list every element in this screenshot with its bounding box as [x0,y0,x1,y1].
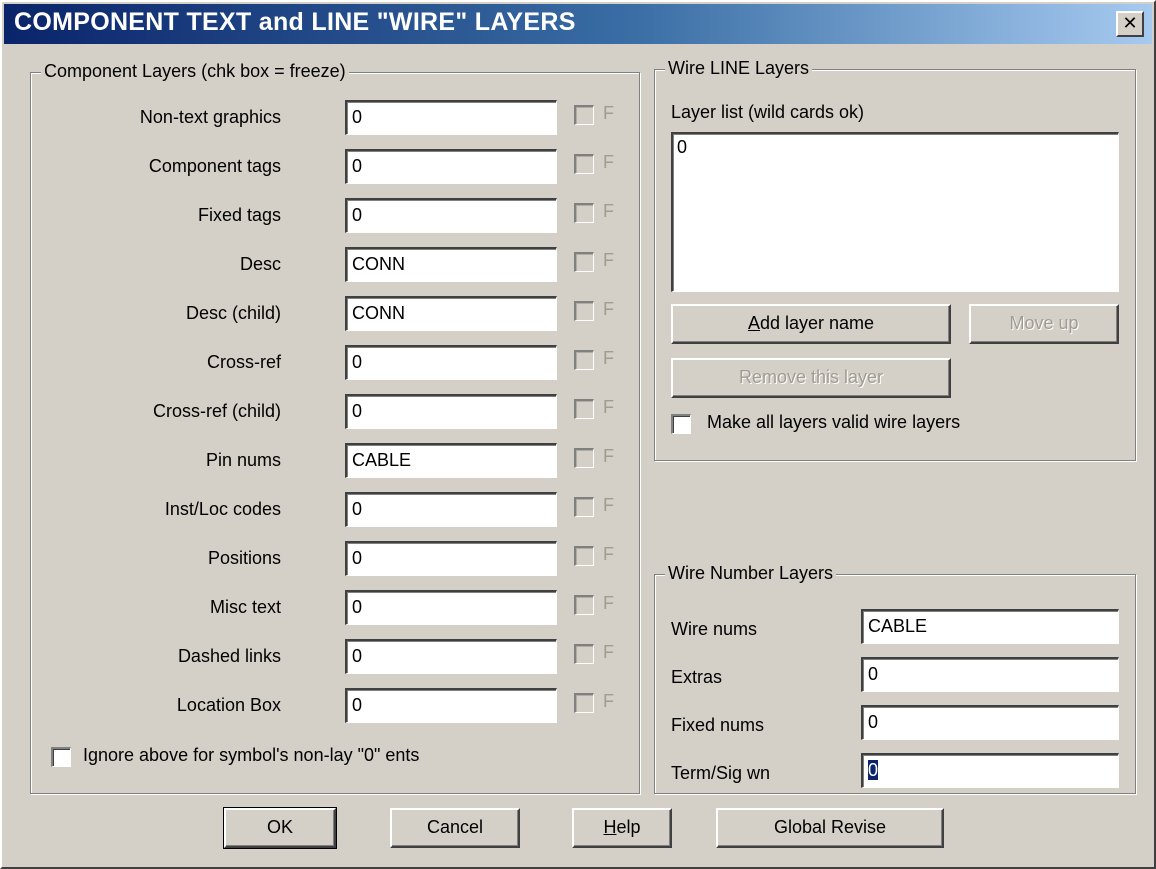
wire-number-layers-legend: Wire Number Layers [665,563,837,584]
component-layer-field[interactable]: 0 [345,541,557,576]
component-layer-field[interactable]: 0 [345,149,557,184]
component-layers-legend: Component Layers (chk box = freeze) [41,61,349,82]
wire-number-value: CABLE [868,616,928,636]
ok-button[interactable]: OK [223,807,337,849]
freeze-checkbox[interactable] [574,546,594,566]
component-layer-field[interactable]: CONN [345,296,557,331]
freeze-label: F [603,593,614,613]
wire-number-field[interactable]: 0 [861,705,1119,740]
component-layer-label: Misc text [209,597,281,617]
freeze-label: F [603,397,614,417]
add-layer-name-button[interactable]: Add layer name [671,304,951,344]
wire-number-label: Wire nums [671,619,758,639]
freeze-label: F [603,348,614,368]
component-layer-field[interactable]: 0 [345,198,557,233]
freeze-checkbox[interactable] [574,154,594,174]
component-layer-label: Pin nums [205,450,281,470]
component-layer-field[interactable]: CABLE [345,443,557,478]
freeze-label: F [603,642,614,662]
freeze-checkbox[interactable] [574,693,594,713]
freeze-checkbox[interactable] [574,301,594,321]
component-layer-label: Cross-ref [206,352,281,372]
component-layer-label: Component tags [148,156,281,176]
freeze-checkbox[interactable] [574,448,594,468]
freeze-label: F [603,495,614,515]
wire-number-field[interactable]: 0 [861,753,1119,788]
close-icon: ✕ [1122,13,1138,33]
layer-listbox[interactable]: 0 [671,132,1119,292]
component-layer-label: Desc [239,254,281,274]
close-button[interactable]: ✕ [1116,11,1144,37]
freeze-checkbox[interactable] [574,105,594,125]
component-layer-field[interactable]: 0 [345,394,557,429]
wire-number-value: 0 [868,760,879,780]
cancel-button[interactable]: Cancel [390,808,520,848]
freeze-checkbox[interactable] [574,399,594,419]
component-layer-label: Desc (child) [185,303,281,323]
title-bar[interactable]: COMPONENT TEXT and LINE "WIRE" LAYERS ✕ [4,4,1152,44]
add-button-mnemonic: A [747,313,760,333]
layer-list-items: 0 [677,137,1114,158]
freeze-label: F [603,299,614,319]
wire-number-layers-group: Wire Number Layers Wire nums CABLE Extras 0… [654,563,1136,794]
component-layer-field[interactable]: CONN [345,247,557,282]
global-revise-button[interactable]: Global Revise [716,808,944,848]
move-up-button[interactable]: Move up [969,304,1119,344]
wire-line-layers-group: Wire LINE Layers Layer list (wild cards … [654,58,1136,461]
wire-line-layers-legend: Wire LINE Layers [665,58,813,79]
make-valid-wire-layers-checkbox[interactable] [671,414,691,434]
component-layer-label: Cross-ref (child) [152,401,281,421]
component-layer-label: Location Box [176,695,281,715]
make-valid-wire-layers-label: Make all layers valid wire layers [707,412,961,432]
component-layers-group: Component Layers (chk box = freeze) Non-… [30,61,640,794]
component-layer-field[interactable]: 0 [345,590,557,625]
help-button-label: elp [616,817,641,837]
dialog-window: COMPONENT TEXT and LINE "WIRE" LAYERS ✕ … [0,0,1156,869]
help-button[interactable]: Help [572,808,672,848]
freeze-checkbox[interactable] [574,252,594,272]
help-button-mnemonic: H [603,817,617,837]
component-layer-label: Positions [207,548,281,568]
freeze-label: F [603,446,614,466]
ignore-zero-ents-label: Ignore above for symbol's non-lay "0" en… [83,745,420,765]
freeze-label: F [603,691,614,711]
freeze-label: F [603,152,614,172]
wire-number-field[interactable]: CABLE [861,609,1119,644]
wire-number-label: Term/Sig wn [671,763,771,783]
component-layer-label: Fixed tags [197,205,281,225]
component-layer-field[interactable]: 0 [345,688,557,723]
freeze-checkbox[interactable] [574,497,594,517]
component-layer-label: Non-text graphics [139,107,281,127]
wire-number-label: Fixed nums [671,715,765,735]
ignore-zero-ents-checkbox[interactable] [51,747,71,767]
freeze-checkbox[interactable] [574,595,594,615]
wire-number-value: 0 [868,664,879,684]
layer-list-label: Layer list (wild cards ok) [671,102,865,122]
component-layer-field[interactable]: 0 [345,639,557,674]
component-layer-field[interactable]: 0 [345,492,557,527]
wire-number-value: 0 [868,712,879,732]
component-layer-field[interactable]: 0 [345,100,557,135]
component-layer-field[interactable]: 0 [345,345,557,380]
freeze-checkbox[interactable] [574,644,594,664]
dialog-title: COMPONENT TEXT and LINE "WIRE" LAYERS [14,8,576,36]
freeze-label: F [603,201,614,221]
freeze-checkbox[interactable] [574,203,594,223]
freeze-label: F [603,544,614,564]
component-layer-label: Dashed links [177,646,281,666]
freeze-checkbox[interactable] [574,350,594,370]
wire-number-label: Extras [671,667,723,687]
component-layer-label: Inst/Loc codes [164,499,281,519]
freeze-label: F [603,250,614,270]
layer-list-item[interactable]: 0 [677,137,1114,158]
freeze-label: F [603,103,614,123]
add-button-label: dd layer name [759,313,875,333]
remove-layer-button[interactable]: Remove this layer [671,358,951,398]
wire-number-field[interactable]: 0 [861,657,1119,692]
